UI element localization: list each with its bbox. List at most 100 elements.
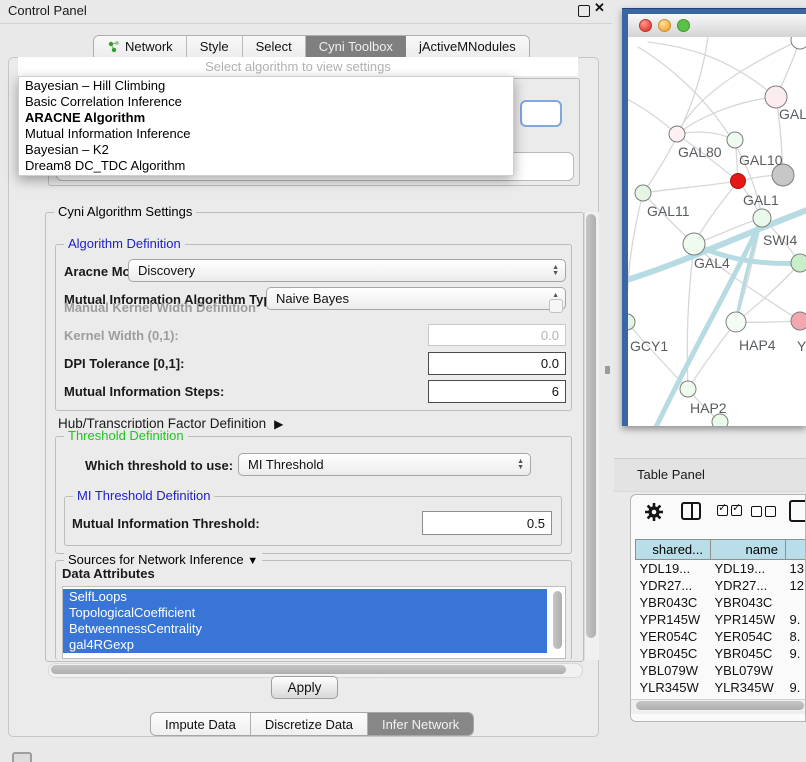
column-header[interactable] xyxy=(786,540,806,560)
attributes-scrollbar[interactable] xyxy=(553,591,562,649)
table-row[interactable]: YDL19...YDL19...13 xyxy=(636,560,806,578)
network-node[interactable] xyxy=(791,312,806,330)
table-cell: YLR345W xyxy=(636,679,711,696)
column-header[interactable]: shared... xyxy=(636,540,711,560)
table-cell: YBR043C xyxy=(711,594,786,611)
table-cell: 8. xyxy=(786,628,806,645)
mi-threshold-legend: MI Threshold Definition xyxy=(73,488,214,503)
dpi-tolerance-field[interactable]: 0.0 xyxy=(428,352,566,375)
tab-cyni-toolbox[interactable]: Cyni Toolbox xyxy=(306,36,406,57)
aracne-mode-combobox[interactable]: Discovery ▲▼ xyxy=(128,259,566,282)
tab-jactivemnodules[interactable]: jActiveMNodules xyxy=(406,36,529,57)
tab-style[interactable]: Style xyxy=(187,36,243,57)
table-cell: YDL19... xyxy=(711,560,786,578)
focused-combobox-fragment[interactable] xyxy=(520,100,562,127)
table-row[interactable]: YER054CYER054C8. xyxy=(636,628,806,645)
manual-kernel-checkbox[interactable] xyxy=(549,299,563,313)
network-edge[interactable] xyxy=(628,193,643,322)
bottom-tab-impute-data[interactable]: Impute Data xyxy=(151,713,251,735)
data-attribute-item[interactable]: SelfLoops xyxy=(63,589,547,605)
network-node[interactable] xyxy=(683,233,705,255)
algorithm-option[interactable]: ARACNE Algorithm xyxy=(19,110,513,126)
algorithm-option[interactable]: Mutual Information Inference xyxy=(19,126,513,142)
network-node[interactable] xyxy=(791,37,806,49)
algorithm-option[interactable]: Bayesian – Hill Climbing xyxy=(19,78,513,94)
table-hscrollbar-thumb[interactable] xyxy=(636,701,804,710)
panel-splitter-handle[interactable] xyxy=(605,366,610,374)
table-row[interactable]: YBR045CYBR045C9. xyxy=(636,645,806,662)
network-node[interactable] xyxy=(669,126,685,142)
network-node[interactable] xyxy=(753,209,771,227)
mi-steps-field[interactable]: 6 xyxy=(428,380,566,403)
network-canvas[interactable]: GALGAL80GAL10GAL1GAL11SWI4GAL4GCY1HAP4YH… xyxy=(628,37,806,426)
table-cell: YBR043C xyxy=(636,594,711,611)
algorithm-dropdown-list: Bayesian – Hill ClimbingBasic Correlatio… xyxy=(18,76,514,176)
table-cell: YDR27... xyxy=(711,577,786,594)
network-node[interactable] xyxy=(765,86,787,108)
panel-corner-button[interactable] xyxy=(12,752,32,762)
select-all-checks-icon[interactable]: ✓✓ xyxy=(717,505,742,516)
window-minimize-button[interactable] xyxy=(658,19,671,32)
tab-network[interactable]: Network xyxy=(94,36,187,57)
network-edge[interactable] xyxy=(643,181,738,193)
settings-hscrollbar-thumb[interactable] xyxy=(51,665,566,674)
new-table-icon[interactable] xyxy=(789,500,806,522)
dpi-tolerance-label: DPI Tolerance [0,1]: xyxy=(64,356,184,371)
settings-vscrollbar-thumb[interactable] xyxy=(586,214,596,638)
network-edge[interactable] xyxy=(688,322,736,389)
which-threshold-combobox[interactable]: MI Threshold ▲▼ xyxy=(238,453,531,476)
algorithm-option[interactable]: Dream8 DC_TDC Algorithm xyxy=(19,158,513,174)
table-cell: 13 xyxy=(786,560,806,578)
network-node-label: GAL1 xyxy=(743,192,779,208)
apply-button[interactable]: Apply xyxy=(271,676,338,699)
column-header[interactable]: name xyxy=(711,540,786,560)
sources-legend-label: Sources for Network Inference xyxy=(68,552,244,567)
network-edge[interactable] xyxy=(628,97,677,134)
algorithm-option[interactable]: Bayesian – K2 xyxy=(19,142,513,158)
tab-label: Network xyxy=(125,39,173,54)
window-close-button[interactable] xyxy=(639,19,652,32)
table-row[interactable]: YBL079WYBL079W xyxy=(636,662,806,679)
tab-label: jActiveMNodules xyxy=(419,39,516,54)
window-zoom-button[interactable] xyxy=(677,19,690,32)
algorithm-option[interactable]: Basic Correlation Inference xyxy=(19,94,513,110)
network-node-label: HAP4 xyxy=(739,337,776,353)
network-edge[interactable] xyxy=(677,132,735,140)
data-attribute-item[interactable]: BetweennessCentrality xyxy=(63,621,547,637)
deselect-all-checks-icon[interactable] xyxy=(751,506,776,517)
table-row[interactable]: YLR345WYLR345W9. xyxy=(636,679,806,696)
float-window-icon[interactable] xyxy=(578,5,590,17)
which-threshold-value: MI Threshold xyxy=(248,457,324,472)
network-node[interactable] xyxy=(680,381,696,397)
threshold-definition-legend: Threshold Definition xyxy=(64,428,188,443)
sources-legend[interactable]: Sources for Network Inference ▼ xyxy=(64,552,262,567)
mi-threshold-field[interactable]: 0.5 xyxy=(422,511,552,535)
network-edge[interactable] xyxy=(648,42,776,97)
control-panel-title: Control Panel xyxy=(8,3,87,18)
network-node[interactable] xyxy=(791,254,806,272)
kernel-width-field[interactable]: 0.0 xyxy=(428,324,566,346)
split-columns-icon[interactable] xyxy=(681,502,701,520)
tab-select[interactable]: Select xyxy=(243,36,306,57)
data-attribute-item[interactable]: gal4RGexp xyxy=(63,637,547,653)
network-node[interactable] xyxy=(727,132,743,148)
bottom-tab-discretize-data[interactable]: Discretize Data xyxy=(251,713,368,735)
table-row[interactable]: YDR27...YDR27...12 xyxy=(636,577,806,594)
close-icon[interactable]: ✕ xyxy=(594,0,605,16)
gear-icon[interactable] xyxy=(643,501,665,528)
algorithm-combobox[interactable]: Select algorithm to view settings xyxy=(18,57,578,76)
network-node[interactable] xyxy=(731,174,746,189)
mi-algo-type-combobox[interactable]: Naive Bayes ▲▼ xyxy=(266,287,566,310)
network-edge[interactable] xyxy=(694,181,738,244)
network-node[interactable] xyxy=(726,312,746,332)
table-row[interactable]: YBR043CYBR043C xyxy=(636,594,806,611)
data-attribute-item[interactable]: TopologicalCoefficient xyxy=(63,605,547,621)
network-node[interactable] xyxy=(628,314,635,330)
table-row[interactable]: YPR145WYPR145W9. xyxy=(636,611,806,628)
network-window-titlebar[interactable] xyxy=(628,14,806,38)
table-cell: YPR145W xyxy=(711,611,786,628)
kernel-width-label: Kernel Width (0,1): xyxy=(64,328,179,343)
network-node-label: GAL11 xyxy=(647,203,690,219)
bottom-tab-infer-network[interactable]: Infer Network xyxy=(368,713,473,735)
network-node[interactable] xyxy=(635,185,651,201)
